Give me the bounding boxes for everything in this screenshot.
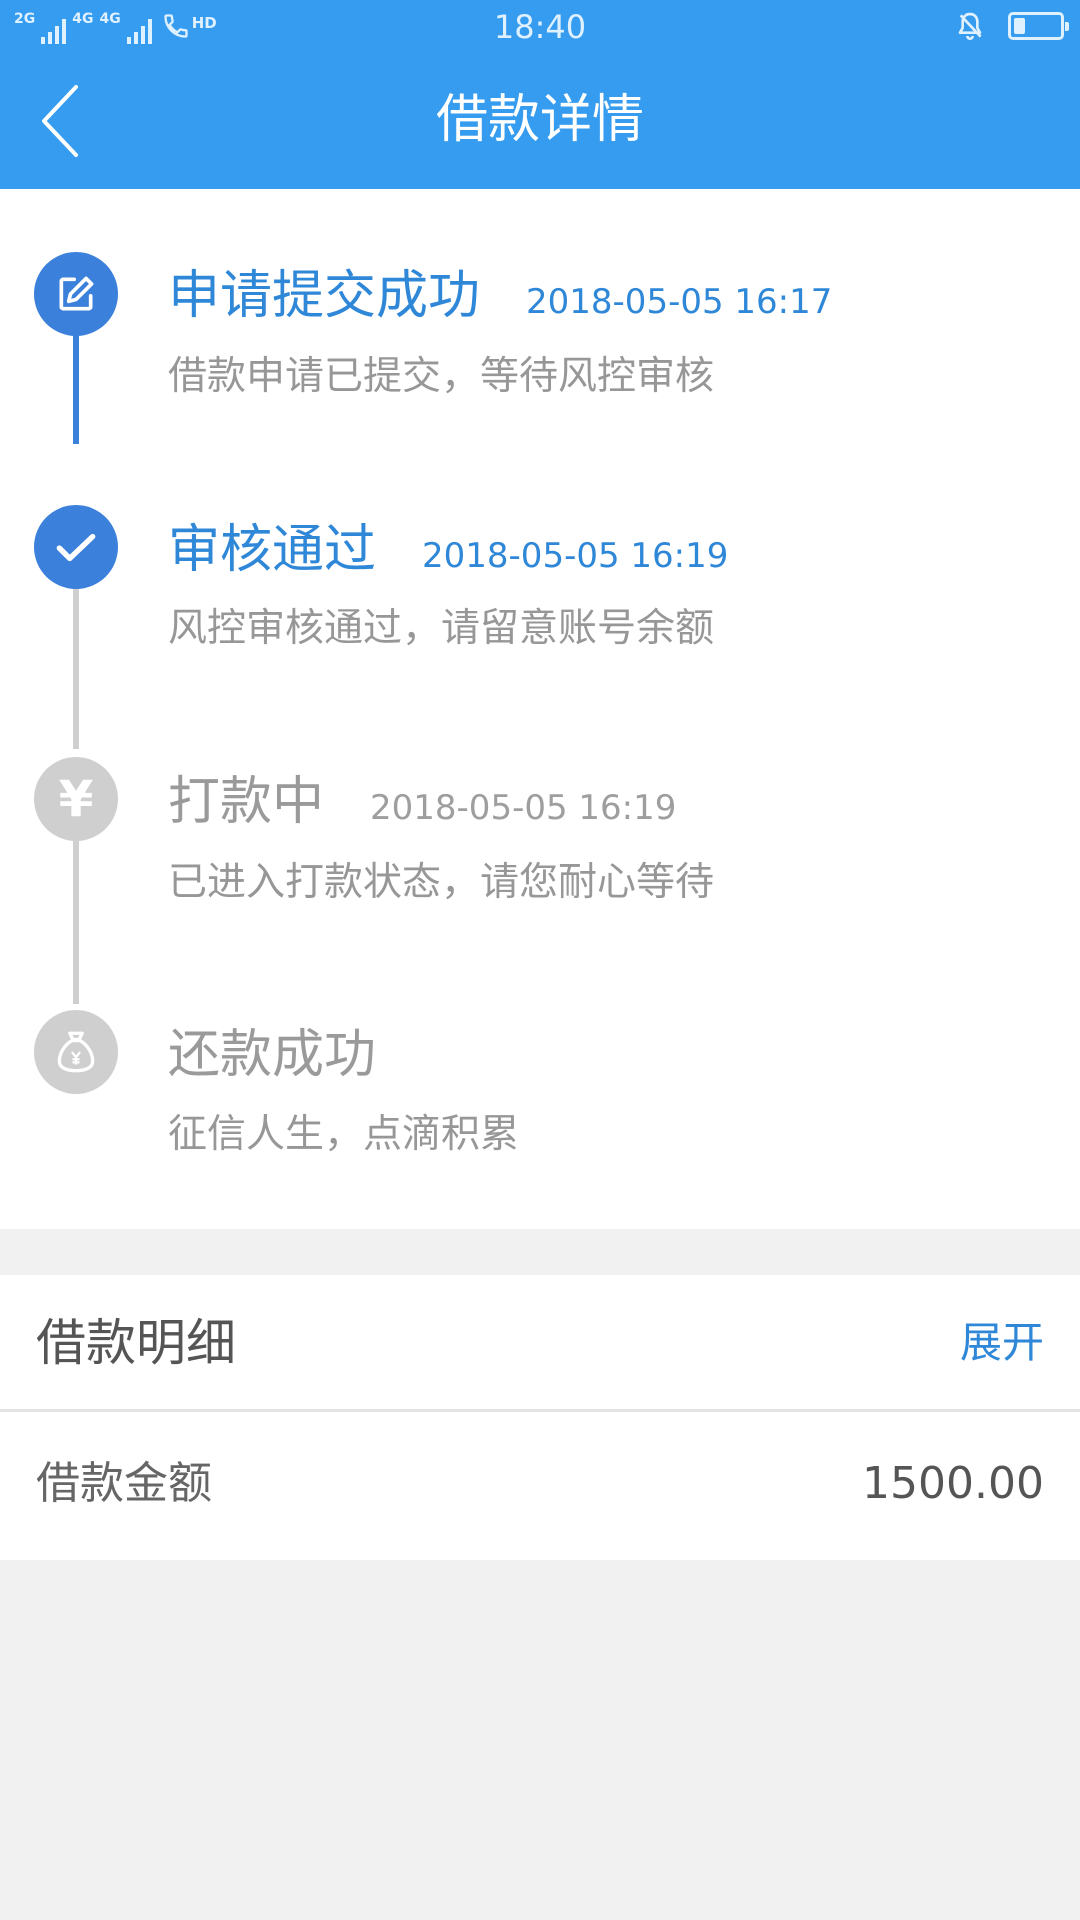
step-2-description: 风控审核通过，请留意账号余额 bbox=[168, 606, 715, 651]
timeline-card: 申请提交成功 2018-05-05 16:17 借款申请已提交，等待风控审核 审… bbox=[0, 189, 1080, 1229]
step-4-dot bbox=[34, 1010, 118, 1094]
step-4-title: 还款成功 bbox=[168, 1025, 377, 1085]
battery-icon bbox=[1008, 12, 1069, 40]
step-3-header: 打款中 2018-05-05 16:19 bbox=[168, 769, 676, 835]
step-2-header: 审核通过 2018-05-05 16:19 bbox=[168, 517, 728, 583]
battery-level bbox=[1014, 18, 1025, 34]
step-3-dot: ¥ bbox=[34, 757, 118, 841]
page-title: 借款详情 bbox=[435, 90, 644, 150]
check-icon bbox=[56, 533, 96, 562]
step-3-description: 已进入打款状态，请您耐心等待 bbox=[168, 860, 715, 905]
step-3-time: 2018-05-05 16:19 bbox=[370, 788, 677, 828]
step-3-title: 打款中 bbox=[168, 772, 325, 832]
edit-icon bbox=[59, 276, 94, 311]
loan-amount-label: 借款金额 bbox=[36, 1458, 212, 1509]
status-right-icons bbox=[954, 10, 1069, 42]
status-time: 18:40 bbox=[493, 8, 587, 46]
step-4-description: 征信人生，点滴积累 bbox=[168, 1112, 520, 1157]
bell-off-icon bbox=[954, 10, 986, 42]
timeline-connector bbox=[73, 581, 79, 749]
step-1-time: 2018-05-05 16:17 bbox=[526, 282, 833, 322]
expand-button[interactable]: 展开 bbox=[960, 1315, 1044, 1371]
loan-amount-row: 借款金额 1500.00 bbox=[0, 1412, 1080, 1560]
loan-detail-header: 借款明细 展开 bbox=[0, 1275, 1080, 1412]
loan-amount-value: 1500.00 bbox=[862, 1458, 1044, 1509]
step-2-dot bbox=[34, 505, 118, 589]
money-bag-icon bbox=[57, 1031, 95, 1073]
top-bar: 2G 4G 4G HD 18:40 借款详情 bbox=[0, 0, 1080, 189]
step-1-dot bbox=[34, 252, 118, 336]
yuan-icon: ¥ bbox=[58, 770, 94, 828]
step-2-time: 2018-05-05 16:19 bbox=[422, 536, 729, 576]
step-1-description: 借款申请已提交，等待风控审核 bbox=[168, 354, 715, 399]
timeline-connector bbox=[73, 829, 79, 1004]
loan-detail-section: 借款明细 展开 借款金额 1500.00 bbox=[0, 1275, 1080, 1560]
loan-detail-title: 借款明细 bbox=[36, 1314, 236, 1372]
step-1-title: 申请提交成功 bbox=[168, 266, 481, 326]
step-1-header: 申请提交成功 2018-05-05 16:17 bbox=[168, 263, 832, 329]
status-bar: 2G 4G 4G HD 18:40 bbox=[0, 0, 1080, 56]
step-2-title: 审核通过 bbox=[168, 520, 377, 580]
step-4-header: 还款成功 bbox=[168, 1022, 376, 1088]
